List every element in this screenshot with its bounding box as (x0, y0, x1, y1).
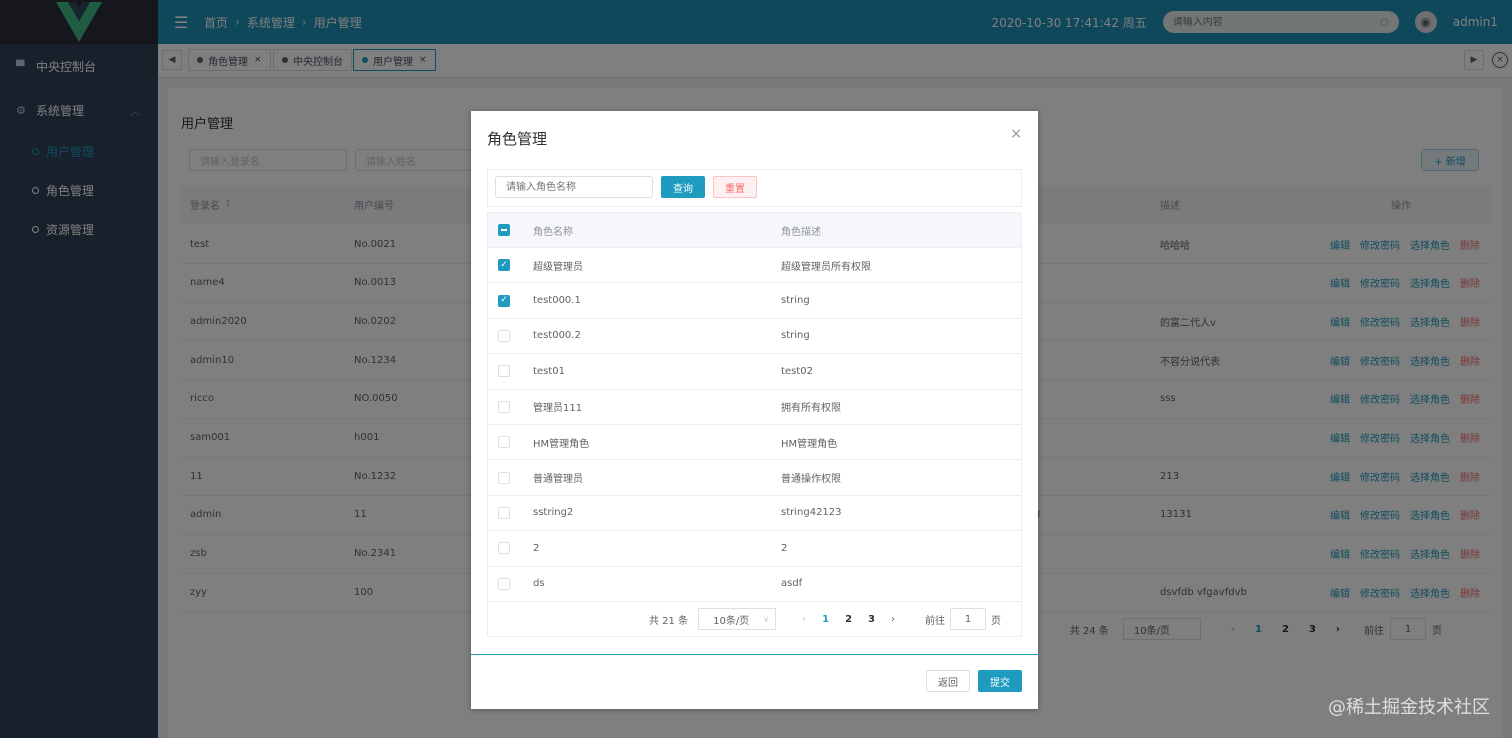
dialog-title: 角色管理 (487, 130, 548, 148)
reset-button[interactable]: 重置 (713, 176, 757, 198)
page-number[interactable]: 1 (822, 614, 829, 625)
row-checkbox[interactable]: ✓ (498, 259, 510, 272)
role-name-cell: test01 (533, 365, 565, 377)
watermark: @稀土掘金技术社区 (1328, 697, 1490, 718)
table-row[interactable]: 22 (487, 531, 1022, 567)
role-desc-cell: 超级管理员所有权限 (781, 261, 871, 273)
role-name-cell: 2 (533, 542, 540, 554)
page-number[interactable]: 2 (845, 614, 852, 625)
table-row[interactable]: 普通管理员 普通操作权限 (487, 460, 1022, 496)
row-checkbox[interactable] (498, 542, 510, 555)
role-table-pagination: 共 21 条 10条/页 ∨ ‹ 1 2 3 › 前往 1 页 (487, 602, 1022, 637)
role-desc-cell: 拥有所有权限 (781, 403, 841, 415)
row-checkbox[interactable] (498, 329, 510, 342)
chevron-down-icon: ∨ (763, 614, 770, 624)
table-row[interactable]: test000.2 string (487, 318, 1022, 355)
table-row[interactable]: ✓ test000.1 string (487, 283, 1022, 319)
row-checkbox[interactable]: ✓ (498, 294, 510, 307)
dialog-divider (471, 654, 1038, 655)
select-all-checkbox[interactable] (498, 224, 510, 236)
role-name-cell: HM管理角色 (533, 438, 590, 450)
role-table-header: 角色名称 角色描述 (487, 212, 1022, 248)
role-filter-bar: 查询 重置 (487, 169, 1022, 207)
role-dialog: 角色管理 × 查询 重置 角色名称 角色描述 ✓ 超级管理员 超级管理员所有权限 ✓ t… (471, 111, 1038, 709)
prev-page-icon[interactable]: ‹ (802, 614, 806, 625)
goto-page-input[interactable]: 1 (950, 608, 986, 630)
row-checkbox[interactable] (498, 577, 510, 590)
role-name-cell: sstring2 (533, 507, 574, 519)
back-button[interactable]: 返回 (926, 670, 970, 692)
page-size-value: 10条/页 (713, 615, 750, 627)
role-desc-cell: HM管理角色 (781, 438, 838, 450)
next-page-icon[interactable]: › (891, 614, 895, 625)
role-desc-column-header: 角色描述 (781, 226, 821, 238)
role-name-cell: 管理员111 (533, 403, 583, 415)
page-number[interactable]: 3 (868, 614, 875, 625)
row-checkbox[interactable] (498, 506, 510, 519)
goto-label: 前往 (925, 615, 945, 627)
pagination-total: 共 21 条 (649, 615, 689, 627)
page-unit: 页 (991, 615, 1001, 627)
role-name-cell: test000.2 (533, 330, 581, 342)
table-row[interactable]: HM管理角色 HM管理角色 (487, 425, 1022, 461)
table-row[interactable]: ✓ 超级管理员 超级管理员所有权限 (487, 248, 1022, 284)
table-row[interactable]: ds asdf (487, 566, 1022, 602)
page-size-select[interactable]: 10条/页 ∨ (698, 608, 777, 630)
row-checkbox[interactable] (498, 436, 510, 449)
role-name-cell: test000.1 (533, 295, 581, 307)
submit-button[interactable]: 提交 (978, 670, 1022, 692)
role-name-search-input[interactable] (495, 176, 653, 198)
close-icon[interactable]: × (1010, 126, 1022, 142)
row-checkbox[interactable] (498, 365, 510, 378)
table-row[interactable]: test01 test02 (487, 354, 1022, 390)
role-desc-cell: 2 (781, 542, 788, 554)
role-desc-cell: asdf (781, 578, 803, 590)
role-name-column-header: 角色名称 (533, 226, 573, 238)
role-desc-cell: string (781, 295, 810, 307)
role-name-cell: 超级管理员 (533, 261, 583, 273)
table-row[interactable]: 管理员111 拥有所有权限 (487, 389, 1022, 425)
role-desc-cell: test02 (781, 365, 813, 377)
role-desc-cell: 普通操作权限 (781, 474, 841, 486)
role-desc-cell: string (781, 330, 810, 342)
query-button[interactable]: 查询 (661, 176, 705, 198)
row-checkbox[interactable] (498, 400, 510, 413)
table-row[interactable]: sstring2 string42123 (487, 495, 1022, 532)
role-desc-cell: string42123 (781, 507, 842, 519)
row-checkbox[interactable] (498, 471, 510, 484)
role-name-cell: 普通管理员 (533, 474, 583, 486)
role-name-cell: ds (533, 578, 545, 590)
